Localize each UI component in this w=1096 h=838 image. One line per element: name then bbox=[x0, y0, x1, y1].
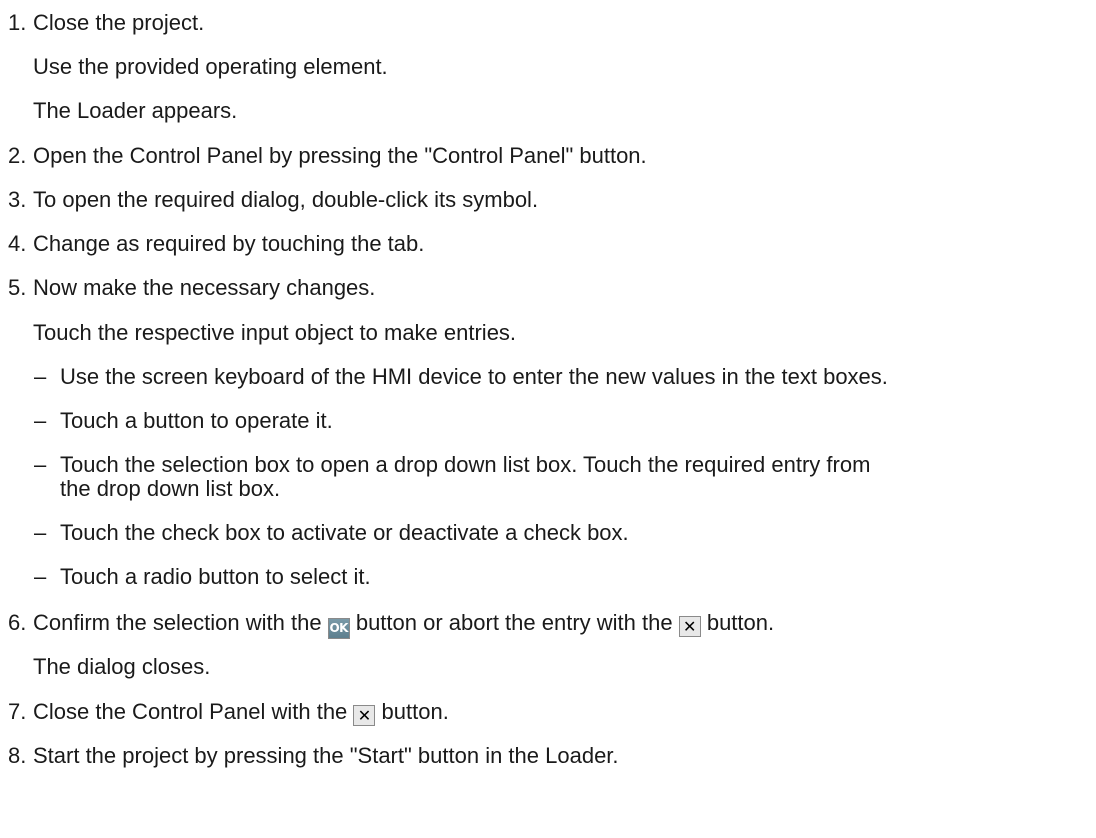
step-text: Close the Control Panel with the ✕ butto… bbox=[33, 699, 449, 726]
bullet-text: Touch a radio button to select it. bbox=[60, 564, 371, 589]
bullet-text: Touch the check box to activate or deact… bbox=[60, 520, 629, 545]
step-number: 6. bbox=[8, 610, 27, 635]
step-number: 2. bbox=[8, 143, 27, 168]
bullet-dash: – bbox=[34, 452, 47, 477]
step-text: Change as required by touching the tab. bbox=[33, 231, 425, 256]
step-text: Now make the necessary changes. bbox=[33, 275, 376, 300]
close-icon: ✕ bbox=[353, 705, 376, 726]
bullet-dash: – bbox=[34, 564, 47, 589]
bullet-text-continued: the drop down list box. bbox=[60, 476, 281, 501]
bullet-dash: – bbox=[34, 364, 47, 389]
step-text-part: button or abort the entry with the bbox=[355, 610, 673, 635]
bullet-text: Touch the selection box to open a drop d… bbox=[60, 452, 871, 477]
step-text: Confirm the selection with the OK button… bbox=[33, 610, 774, 639]
step-text-part: Confirm the selection with the bbox=[33, 610, 322, 635]
step-text-part: button. bbox=[381, 699, 449, 724]
step-1-result: The Loader appears. bbox=[33, 98, 238, 123]
bullet-dash: – bbox=[34, 520, 47, 545]
step-text: Start the project by pressing the "Start… bbox=[33, 743, 619, 768]
bullet-text: Use the screen keyboard of the HMI devic… bbox=[60, 364, 888, 389]
step-text: Open the Control Panel by pressing the "… bbox=[33, 143, 647, 168]
bullet-dash: – bbox=[34, 408, 47, 433]
step-text: Close the project. bbox=[33, 10, 205, 35]
step-number: 7. bbox=[8, 699, 27, 724]
ok-icon: OK bbox=[327, 618, 350, 639]
step-text-part: Close the Control Panel with the bbox=[33, 699, 348, 724]
step-number: 8. bbox=[8, 743, 27, 768]
bullet-text: Touch a button to operate it. bbox=[60, 408, 333, 433]
step-number: 1. bbox=[8, 10, 27, 35]
step-1-note: Use the provided operating element. bbox=[33, 54, 388, 79]
step-6-result: The dialog closes. bbox=[33, 654, 211, 679]
step-number: 4. bbox=[8, 231, 27, 256]
step-text-part: button. bbox=[706, 610, 775, 635]
step-number: 5. bbox=[8, 275, 27, 300]
step-number: 3. bbox=[8, 187, 27, 212]
step-text: To open the required dialog, double-clic… bbox=[33, 187, 539, 212]
close-icon: ✕ bbox=[678, 616, 701, 637]
step-5-note: Touch the respective input object to mak… bbox=[33, 320, 517, 345]
